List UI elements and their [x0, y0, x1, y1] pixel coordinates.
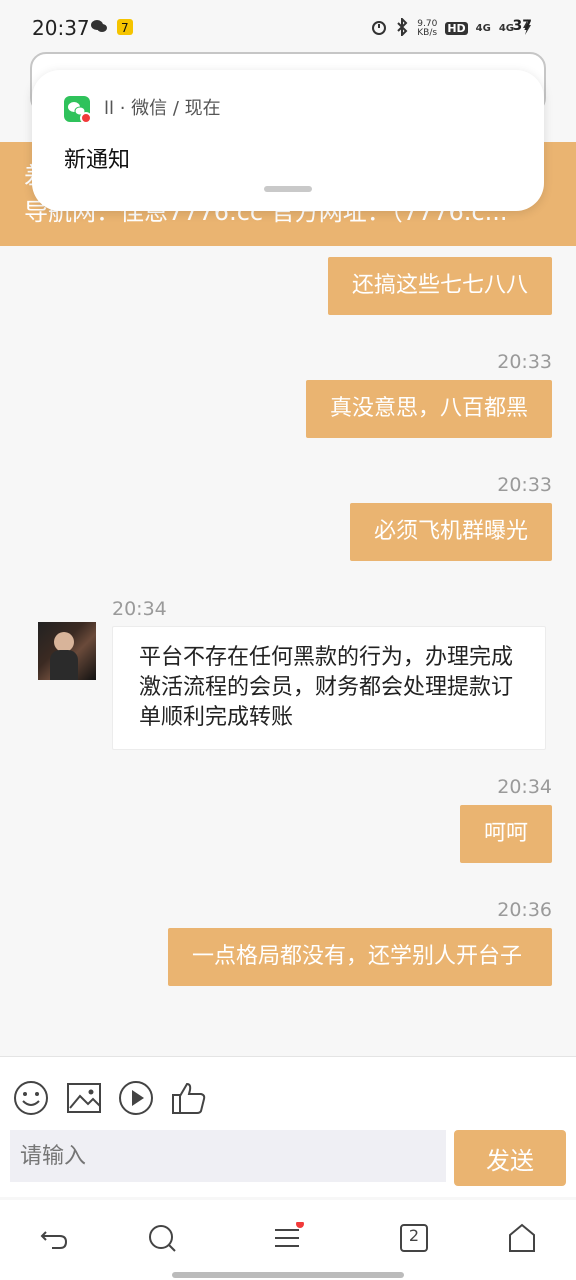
send-button[interactable]: 发送: [454, 1130, 566, 1186]
play-icon[interactable]: [118, 1080, 154, 1116]
status-right-icons: 9.70 KB/s HD 4G 4G: [371, 16, 532, 39]
home-icon[interactable]: [506, 1222, 538, 1254]
status-bar: 20:37 7 9.70 KB/s HD 4G 4G 37: [0, 0, 576, 56]
wechat-status-icon: [90, 18, 108, 40]
bottom-nav: 2: [0, 1200, 576, 1280]
message-bubble-outgoing: 必须飞机群曝光: [349, 503, 552, 561]
battery-level: 37: [512, 18, 532, 34]
message-bubble-outgoing: 一点格局都没有，还学别人开台子: [168, 928, 552, 986]
menu-icon[interactable]: [272, 1220, 304, 1254]
back-icon[interactable]: [38, 1222, 70, 1254]
app-status-icon: 7: [116, 18, 134, 40]
message-bubble-outgoing: 真没意思，八百都黑: [305, 380, 552, 438]
net-speed: 9.70 KB/s: [417, 18, 438, 38]
thumbs-up-icon[interactable]: [171, 1080, 207, 1116]
gesture-bar[interactable]: [172, 1272, 404, 1278]
composer-toolbar: 发送: [0, 1057, 576, 1197]
message-time: 20:33: [497, 351, 552, 373]
search-icon[interactable]: [146, 1222, 178, 1254]
alarm-icon: [371, 19, 387, 38]
hd-icon: HD: [445, 22, 468, 35]
message-bubble-outgoing: 还搞这些七七八八: [327, 257, 552, 315]
message-bubble-outgoing: 呵呵: [459, 805, 552, 863]
message-time: 20:33: [497, 474, 552, 496]
bluetooth-icon: [395, 16, 409, 39]
notification-meta: ll · 微信 / 现在: [104, 98, 221, 119]
message-time: 20:36: [497, 899, 552, 921]
tabs-icon[interactable]: 2: [398, 1222, 430, 1254]
wechat-icon: [64, 96, 92, 124]
status-time: 20:37: [32, 16, 90, 40]
status-left-icons: 7: [90, 18, 134, 40]
message-time: 20:34: [112, 598, 167, 620]
message-bubble-incoming: 平台不存在任何黑款的行为，办理完成激活流程的会员，财务都会处理提款订单顺利完成转…: [112, 626, 546, 750]
emoji-icon[interactable]: [13, 1080, 49, 1116]
svg-text:7: 7: [121, 21, 129, 35]
message-input[interactable]: [10, 1130, 446, 1182]
notification-popup[interactable]: ll · 微信 / 现在 新通知: [32, 70, 544, 211]
tabs-count: 2: [408, 1226, 420, 1245]
contact-avatar[interactable]: [38, 622, 96, 680]
notification-title: 新通知: [64, 148, 131, 173]
notification-handle[interactable]: [264, 186, 312, 192]
message-time: 20:34: [497, 776, 552, 798]
chat-area: 还搞这些七七八八 20:33 真没意思，八百都黑 20:33 必须飞机群曝光 2…: [0, 246, 576, 1056]
signal-sim1-icon: 4G: [475, 23, 491, 34]
image-icon[interactable]: [66, 1080, 102, 1116]
